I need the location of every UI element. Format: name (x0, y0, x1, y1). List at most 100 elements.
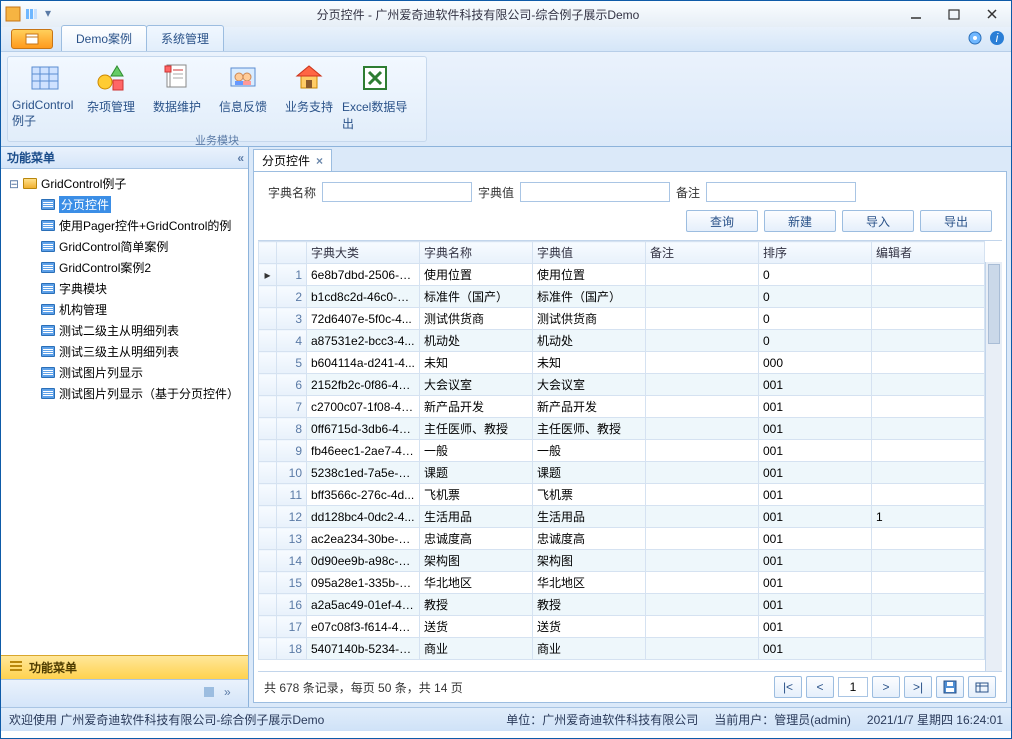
input-remark[interactable] (706, 182, 856, 202)
tree-node[interactable]: 测试图片列显示 (5, 362, 244, 383)
table-row[interactable]: 7c2700c07-1f08-4c...新产品开发新产品开发001 (259, 396, 985, 418)
dropdown-icon[interactable]: ▾ (45, 6, 55, 22)
column-header[interactable]: 字典值 (533, 242, 646, 264)
pager-last[interactable]: >| (904, 676, 932, 698)
row-number: 3 (277, 308, 307, 330)
export-button[interactable]: 导出 (920, 210, 992, 232)
side-panel-footer[interactable]: 功能菜单 (1, 655, 248, 679)
cell: 大会议室 (533, 374, 646, 396)
tree-node[interactable]: 测试三级主从明细列表 (5, 341, 244, 362)
table-row[interactable]: 140d90ee9b-a98c-4f...架构图架构图001 (259, 550, 985, 572)
column-header[interactable]: 编辑者 (872, 242, 985, 264)
table-row[interactable]: 11bff3566c-276c-4d...飞机票飞机票001 (259, 484, 985, 506)
cell (872, 308, 985, 330)
row-number: 15 (277, 572, 307, 594)
ribbon-item[interactable]: 信息反馈 (210, 60, 276, 132)
data-table[interactable]: 字典大类字典名称字典值备注排序编辑者 ▸16e8b7dbd-2506-4...使… (258, 241, 985, 660)
tree-node[interactable]: 使用Pager控件+GridControl的例 (5, 215, 244, 236)
ribbon-item[interactable]: 业务支持 (276, 60, 342, 132)
pager-prev[interactable]: < (806, 676, 834, 698)
cell: 0 (759, 308, 872, 330)
chevron-right-icon[interactable]: » (224, 685, 242, 703)
column-header[interactable]: 备注 (646, 242, 759, 264)
tree-node[interactable]: 字典模块 (5, 278, 244, 299)
column-header[interactable]: 字典大类 (307, 242, 420, 264)
tool-icon-1[interactable] (202, 685, 220, 703)
query-button[interactable]: 查询 (686, 210, 758, 232)
table-row[interactable]: 17e07c08f3-f614-47...送货送货001 (259, 616, 985, 638)
import-button[interactable]: 导入 (842, 210, 914, 232)
ribbon-item-label: 业务支持 (285, 98, 333, 115)
tree-node[interactable]: 测试二级主从明细列表 (5, 320, 244, 341)
table-row[interactable]: 9fb46eec1-2ae7-42...一般一般001 (259, 440, 985, 462)
table-row[interactable]: 80ff6715d-3db6-45...主任医师、教授主任医师、教授001 (259, 418, 985, 440)
layout-icon[interactable] (25, 6, 41, 22)
table-row[interactable]: 105238c1ed-7a5e-4...课题课题001 (259, 462, 985, 484)
close-tab-icon[interactable]: × (316, 154, 323, 168)
tree-node-label: 分页控件 (59, 196, 111, 213)
status-welcome: 欢迎使用 广州爱奇迪软件科技有限公司-综合例子展示Demo (9, 711, 324, 728)
help-icon[interactable]: i (989, 30, 1005, 49)
tree-node[interactable]: 测试图片列显示（基于分页控件） (5, 383, 244, 404)
new-button[interactable]: 新建 (764, 210, 836, 232)
expand-icon[interactable]: ⊟ (9, 177, 19, 191)
vertical-scrollbar[interactable] (985, 262, 1002, 671)
table-row[interactable]: 16a2a5ac49-01ef-40...教授教授001 (259, 594, 985, 616)
cell: fb46eec1-2ae7-42... (307, 440, 420, 462)
tab-system[interactable]: 系统管理 (146, 25, 224, 51)
file-menu-icon[interactable] (11, 29, 53, 49)
table-row[interactable]: 15095a28e1-335b-4...华北地区华北地区001 (259, 572, 985, 594)
cell: 机动处 (533, 330, 646, 352)
row-number: 10 (277, 462, 307, 484)
input-dictvalue[interactable] (520, 182, 670, 202)
table-row[interactable]: ▸16e8b7dbd-2506-4...使用位置使用位置0 (259, 264, 985, 286)
row-number: 7 (277, 396, 307, 418)
column-header[interactable]: 字典名称 (420, 242, 533, 264)
cell: 测试供货商 (420, 308, 533, 330)
maximize-button[interactable] (939, 5, 969, 23)
table-row[interactable]: 2b1cd8c2d-46c0-4c...标准件（国产）标准件（国产）0 (259, 286, 985, 308)
table-row[interactable]: 5b604114a-d241-4...未知未知000 (259, 352, 985, 374)
tab-demo[interactable]: Demo案例 (61, 25, 147, 51)
collapse-icon[interactable]: « (237, 151, 242, 165)
app-icon[interactable] (5, 6, 21, 22)
search-row: 字典名称 字典值 备注 (254, 172, 1006, 210)
tree-node[interactable]: GridControl案例2 (5, 257, 244, 278)
row-number: 17 (277, 616, 307, 638)
settings-icon[interactable] (967, 30, 983, 49)
pager-first[interactable]: |< (774, 676, 802, 698)
tree-node[interactable]: GridControl简单案例 (5, 236, 244, 257)
cell: 001 (759, 594, 872, 616)
cell: a87531e2-bcc3-4... (307, 330, 420, 352)
cell: 1 (872, 506, 985, 528)
ribbon-item[interactable]: 杂项管理 (78, 60, 144, 132)
pager-info: 共 678 条记录，每页 50 条，共 14 页 (264, 679, 463, 696)
pager-page-input[interactable] (838, 677, 868, 697)
cell: 架构图 (533, 550, 646, 572)
table-row[interactable]: 62152fb2c-0f86-4b...大会议室大会议室001 (259, 374, 985, 396)
ribbon-item[interactable]: 数据维护 (144, 60, 210, 132)
horizontal-scrollbar[interactable] (258, 671, 1002, 672)
tree-node[interactable]: 分页控件 (5, 194, 244, 215)
ribbon-item[interactable]: Excel数据导出 (342, 60, 408, 132)
cell: 001 (759, 396, 872, 418)
input-dictname[interactable] (322, 182, 472, 202)
minimize-button[interactable] (901, 5, 931, 23)
close-button[interactable] (977, 5, 1007, 23)
table-row[interactable]: 372d6407e-5f0c-4...测试供货商测试供货商0 (259, 308, 985, 330)
pager-next[interactable]: > (872, 676, 900, 698)
table-row[interactable]: 13ac2ea234-30be-4f...忠诚度高忠诚度高001 (259, 528, 985, 550)
column-header[interactable]: 排序 (759, 242, 872, 264)
table-row[interactable]: 12dd128bc4-0dc2-4...生活用品生活用品0011 (259, 506, 985, 528)
export-grid-icon[interactable] (968, 676, 996, 698)
ribbon-item-icon (227, 62, 259, 94)
table-row[interactable]: 185407140b-5234-4...商业商业001 (259, 638, 985, 660)
save-icon[interactable] (936, 676, 964, 698)
cell: 未知 (533, 352, 646, 374)
tree-node-label: 使用Pager控件+GridControl的例 (59, 217, 231, 234)
doc-tab[interactable]: 分页控件 × (253, 149, 332, 171)
ribbon-item[interactable]: GridControl例子 (12, 60, 78, 132)
table-row[interactable]: 4a87531e2-bcc3-4...机动处机动处0 (259, 330, 985, 352)
tree-root[interactable]: ⊟ GridControl例子 (5, 173, 244, 194)
tree-node[interactable]: 机构管理 (5, 299, 244, 320)
